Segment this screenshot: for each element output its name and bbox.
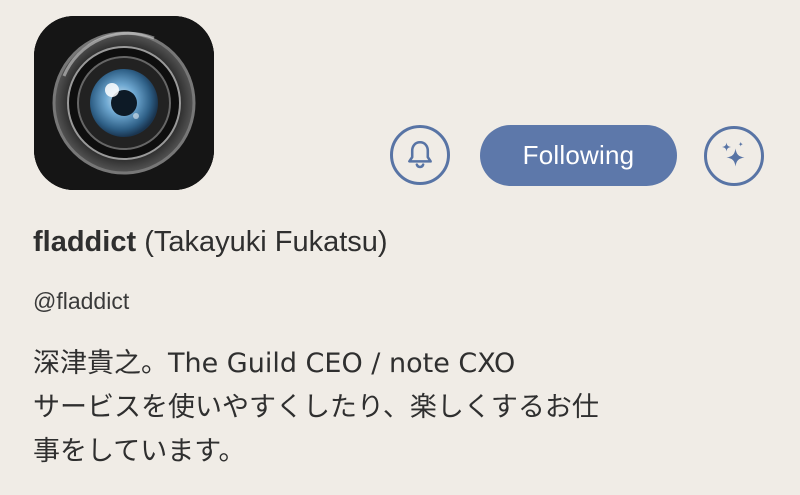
- bio-line: 深津貴之。The Guild CEO / note CXO: [33, 348, 516, 379]
- notification-bell-button[interactable]: [390, 125, 450, 185]
- bio-line: サービスを使いやすくしたり、楽しくするお仕: [33, 392, 599, 423]
- camera-lens-icon: [34, 16, 214, 190]
- following-label: Following: [522, 140, 635, 170]
- sparkle-icon: [722, 141, 745, 167]
- following-button[interactable]: Following: [480, 125, 677, 186]
- real-name: (Takayuki Fukatsu): [144, 226, 388, 258]
- profile-bio: 深津貴之。The Guild CEO / note CXO サービスを使いやすく…: [33, 342, 773, 474]
- display-name: fladdict: [33, 226, 137, 258]
- bell-icon: [408, 140, 432, 169]
- sparkle-button[interactable]: [704, 126, 764, 186]
- user-handle: @fladdict: [33, 288, 130, 314]
- bio-line: 事をしています。: [33, 436, 246, 467]
- profile-name: fladdict (Takayuki Fukatsu): [33, 226, 388, 259]
- avatar[interactable]: [34, 16, 214, 190]
